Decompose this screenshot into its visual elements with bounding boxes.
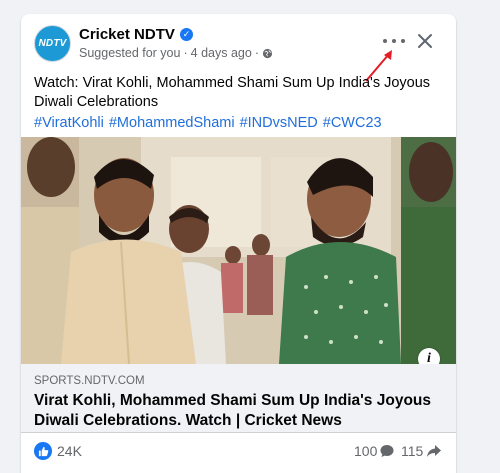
page-name-link[interactable]: Cricket NDTV — [79, 26, 175, 43]
comment-icon — [380, 445, 394, 457]
hashtag-link[interactable]: #ViratKohli — [34, 115, 104, 131]
timestamp-link[interactable]: 4 days ago — [191, 46, 252, 60]
link-domain: SPORTS.NDTV.COM — [34, 375, 145, 387]
hashtag-link[interactable]: #CWC23 — [323, 115, 382, 131]
hashtag-link[interactable]: #MohammedShami — [109, 115, 235, 131]
link-title: Virat Kohli, Mohammed Shami Sum Up India… — [34, 392, 431, 429]
link-preview[interactable]: SPORTS.NDTV.COM Virat Kohli, Mohammed Sh… — [21, 364, 456, 433]
share-icon — [427, 445, 441, 457]
suggested-label: Suggested for you — [79, 46, 181, 60]
page-avatar[interactable]: NDTV — [34, 25, 71, 62]
close-icon[interactable] — [415, 31, 435, 51]
hashtag-link[interactable]: #INDvsNED — [240, 115, 318, 131]
reaction-count[interactable]: 24K — [57, 443, 82, 459]
thumbs-up-glyph — [38, 446, 48, 456]
meta-separator-2: · — [254, 46, 259, 60]
share-count[interactable]: 115 — [401, 443, 423, 459]
post-meta: Suggested for you · 4 days ago · — [79, 46, 273, 60]
meta-separator: · — [183, 46, 188, 60]
verified-badge-icon: ✓ — [180, 28, 193, 41]
post-text: Watch: Virat Kohli, Mohammed Shami Sum U… — [34, 75, 431, 110]
hashtag-list: #ViratKohli #MohammedShami #INDvsNED #CW… — [34, 115, 444, 131]
like-icon[interactable] — [34, 442, 52, 460]
globe-icon — [262, 48, 273, 58]
photo-illustration — [21, 137, 456, 364]
comment-count[interactable]: 100 — [354, 443, 377, 459]
post-card: NDTV Cricket NDTV ✓ Suggested for you · … — [21, 14, 456, 473]
post-photo[interactable] — [21, 137, 456, 364]
avatar-logo-text: NDTV — [38, 38, 67, 49]
